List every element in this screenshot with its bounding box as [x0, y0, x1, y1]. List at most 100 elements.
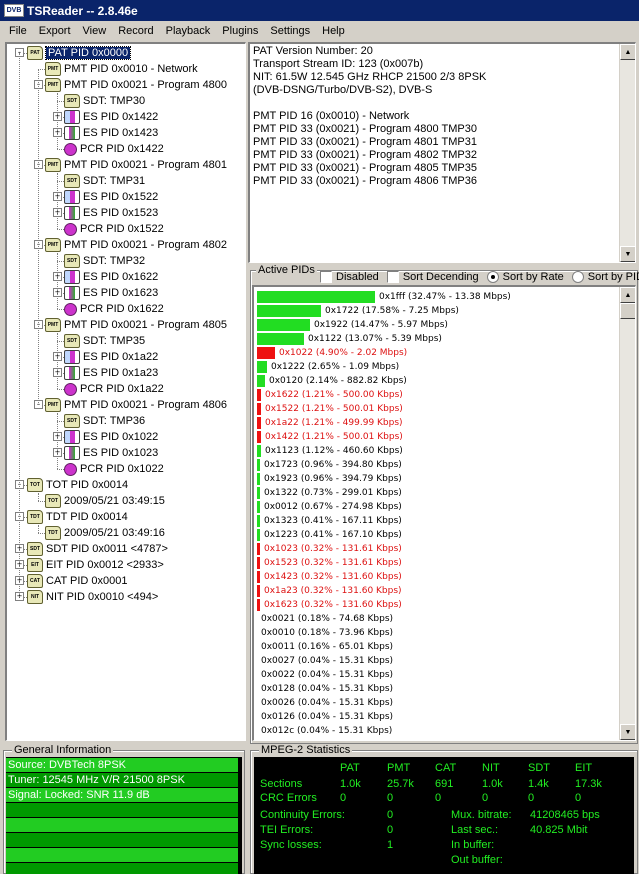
pid-info-pane[interactable]: ▲ ▼ PAT Version Number: 20 Transport Stre…	[248, 42, 636, 263]
tree-node[interactable]: PMT PMT PID 0x0021 - Program 4806	[45, 397, 227, 413]
tree-node[interactable]: ES PID 0x1a22	[64, 349, 158, 365]
tree-node[interactable]: ES PID 0x1023	[64, 445, 158, 461]
tree-node[interactable]: SDT SDT: TMP32	[64, 253, 145, 269]
tree-node[interactable]: PAT PAT PID 0x0000	[27, 45, 132, 61]
tree-node[interactable]: ES PID 0x1623	[64, 285, 158, 301]
pid-rate-row[interactable]: 0x0021 (0.18% - 74.68 Kbps)	[257, 612, 393, 626]
tree-node[interactable]: TOT TOT PID 0x0014	[27, 477, 128, 493]
tree-node-label: ES PID 0x1622	[83, 271, 159, 283]
pid-rate-text: 0x1223 (0.41% - 167.10 Kbps)	[264, 530, 402, 540]
menu-export[interactable]: Export	[33, 25, 77, 37]
tree-node[interactable]: SDT SDT: TMP31	[64, 173, 145, 189]
pids-scrollbar[interactable]: ▲ ▼	[619, 287, 635, 740]
active-pids-list[interactable]: ▲ ▼ 0x1fff (32.47% - 13.38 Mbps) 0x1722 (…	[252, 285, 636, 741]
scroll-down-icon[interactable]: ▼	[620, 724, 635, 740]
pid-rate-row[interactable]: 0x1023 (0.32% - 131.61 Kbps)	[257, 542, 402, 556]
pid-rate-row[interactable]: 0x0026 (0.04% - 15.31 Kbps)	[257, 696, 393, 710]
pid-rate-row[interactable]: 0x1423 (0.32% - 131.60 Kbps)	[257, 570, 402, 584]
pid-rate-row[interactable]: 0x0012 (0.67% - 274.98 Kbps)	[257, 500, 402, 514]
pid-rate-row[interactable]: 0x1422 (1.21% - 500.01 Kbps)	[257, 430, 403, 444]
pid-rate-row[interactable]: 0x0011 (0.16% - 65.01 Kbps)	[257, 640, 393, 654]
sections-pmt: 25.7k	[387, 778, 414, 790]
pid-rate-row[interactable]: 0x1a22 (1.21% - 499.99 Kbps)	[257, 416, 403, 430]
tree-node[interactable]: ES PID 0x1522	[64, 189, 158, 205]
tree-node[interactable]: PMT PMT PID 0x0021 - Program 4805	[45, 317, 227, 333]
pid-rate-bar	[257, 473, 260, 485]
tree-node[interactable]: PMT PMT PID 0x0010 - Network	[45, 61, 198, 77]
pid-rate-row[interactable]: 0x0126 (0.04% - 15.31 Kbps)	[257, 710, 393, 724]
pid-rate-row[interactable]: 0x1223 (0.41% - 167.10 Kbps)	[257, 528, 402, 542]
tree-node[interactable]: PCR PID 0x1522	[64, 221, 164, 237]
scroll-thumb[interactable]	[620, 303, 635, 319]
info-scrollbar[interactable]: ▲ ▼	[619, 44, 635, 262]
pid-rate-row[interactable]: 0x0128 (0.04% - 15.31 Kbps)	[257, 682, 393, 696]
pid-rate-text: 0x1722 (17.58% - 7.25 Mbps)	[325, 306, 459, 316]
pid-rate-row[interactable]: 0x1623 (0.32% - 131.60 Kbps)	[257, 598, 402, 612]
pid-rate-row[interactable]: 0x1122 (13.07% - 5.39 Mbps)	[257, 332, 442, 346]
tree-node[interactable]: ES PID 0x1622	[64, 269, 158, 285]
pid-rate-row[interactable]: 0x1622 (1.21% - 500.00 Kbps)	[257, 388, 403, 402]
sort-by-pid-radio[interactable]	[571, 271, 584, 283]
scroll-down-icon[interactable]: ▼	[620, 246, 635, 262]
tree-node[interactable]: CAT CAT PID 0x0001	[27, 573, 128, 589]
menu-settings[interactable]: Settings	[264, 25, 316, 37]
sort-descending-checkbox[interactable]	[386, 271, 399, 283]
pid-rate-bar	[257, 501, 260, 513]
pid-rate-row[interactable]: 0x1323 (0.41% - 167.11 Kbps)	[257, 514, 402, 528]
scroll-up-icon[interactable]: ▲	[620, 44, 635, 60]
tree-node[interactable]: ES PID 0x1523	[64, 205, 158, 221]
tree-node[interactable]: ES PID 0x1422	[64, 109, 158, 125]
pid-rate-row[interactable]: 0x1022 (4.90% - 2.02 Mbps)	[257, 346, 407, 360]
pid-rate-row[interactable]: 0x1522 (1.21% - 500.01 Kbps)	[257, 402, 403, 416]
tree-node-label: SDT: TMP31	[83, 175, 146, 187]
pid-rate-row[interactable]: 0x1523 (0.32% - 131.61 Kbps)	[257, 556, 402, 570]
tree-node[interactable]: PCR PID 0x1622	[64, 301, 164, 317]
tree-node[interactable]: SDT SDT PID 0x0011 <4787>	[27, 541, 168, 557]
tree-node[interactable]: ES PID 0x1a23	[64, 365, 158, 381]
pid-rate-row[interactable]: 0x0027 (0.04% - 15.31 Kbps)	[257, 654, 393, 668]
pid-rate-row[interactable]: 0x0120 (2.14% - 882.82 Kbps)	[257, 374, 407, 388]
sdt-table-icon: SDT	[64, 254, 80, 268]
tree-node[interactable]: ES PID 0x1022	[64, 429, 158, 445]
sort-by-rate-radio[interactable]	[486, 271, 499, 283]
tree-node[interactable]: TOT 2009/05/21 03:49:15	[45, 493, 165, 509]
pid-rate-row[interactable]: 0x1222 (2.65% - 1.09 Mbps)	[257, 360, 399, 374]
scroll-up-icon[interactable]: ▲	[620, 287, 635, 303]
tree-node[interactable]: TDT 2009/05/21 03:49:16	[45, 525, 165, 541]
pid-tree-view[interactable]: PAT PAT PID 0x0000- PMT PMT PID 0x0010 - Ne…	[5, 42, 246, 741]
pid-rate-row[interactable]: 0x1922 (14.47% - 5.97 Mbps)	[257, 318, 448, 332]
tree-node[interactable]: PMT PMT PID 0x0021 - Program 4800	[45, 77, 227, 93]
pid-rate-row[interactable]: 0x1a23 (0.32% - 131.60 Kbps)	[257, 584, 402, 598]
pid-rate-row[interactable]: 0x0010 (0.18% - 73.96 Kbps)	[257, 626, 393, 640]
pid-rate-row[interactable]: 0x1923 (0.96% - 394.79 Kbps)	[257, 472, 402, 486]
menu-bar: File Export View Record Playback Plugins…	[0, 21, 639, 41]
pid-rate-row[interactable]: 0x012c (0.04% - 15.31 Kbps)	[257, 724, 392, 738]
pid-rate-row[interactable]: 0x1322 (0.73% - 299.01 Kbps)	[257, 486, 402, 500]
tree-node[interactable]: SDT SDT: TMP30	[64, 93, 145, 109]
tree-node[interactable]: SDT SDT: TMP35	[64, 333, 145, 349]
tree-node[interactable]: PCR PID 0x1022	[64, 461, 164, 477]
pid-rate-row[interactable]: 0x1723 (0.96% - 394.80 Kbps)	[257, 458, 402, 472]
pid-rate-row[interactable]: 0x1fff (32.47% - 13.38 Mbps)	[257, 290, 511, 304]
tree-node[interactable]: EIT EIT PID 0x0012 <2933>	[27, 557, 164, 573]
menu-plugins[interactable]: Plugins	[216, 25, 264, 37]
tree-node[interactable]: PMT PMT PID 0x0021 - Program 4801	[45, 157, 227, 173]
menu-file[interactable]: File	[3, 25, 33, 37]
tree-node[interactable]: PCR PID 0x1a22	[64, 381, 164, 397]
tree-node[interactable]: PMT PMT PID 0x0021 - Program 4802	[45, 237, 227, 253]
tree-node[interactable]: NIT NIT PID 0x0010 <494>	[27, 589, 158, 605]
es-stream-icon	[64, 110, 80, 124]
pid-rate-row[interactable]: 0x0022 (0.04% - 15.31 Kbps)	[257, 668, 393, 682]
menu-playback[interactable]: Playback	[160, 25, 217, 37]
tree-node[interactable]: TDT TDT PID 0x0014	[27, 509, 128, 525]
tree-node[interactable]: ES PID 0x1423	[64, 125, 158, 141]
menu-help[interactable]: Help	[316, 25, 351, 37]
disabled-checkbox[interactable]	[320, 271, 332, 283]
pcr-clock-icon	[64, 462, 77, 476]
pid-rate-row[interactable]: 0x1123 (1.12% - 460.60 Kbps)	[257, 444, 403, 458]
tree-node[interactable]: PCR PID 0x1422	[64, 141, 164, 157]
tree-node[interactable]: SDT SDT: TMP36	[64, 413, 145, 429]
menu-view[interactable]: View	[77, 25, 113, 37]
pid-rate-row[interactable]: 0x1722 (17.58% - 7.25 Mbps)	[257, 304, 459, 318]
menu-record[interactable]: Record	[112, 25, 159, 37]
